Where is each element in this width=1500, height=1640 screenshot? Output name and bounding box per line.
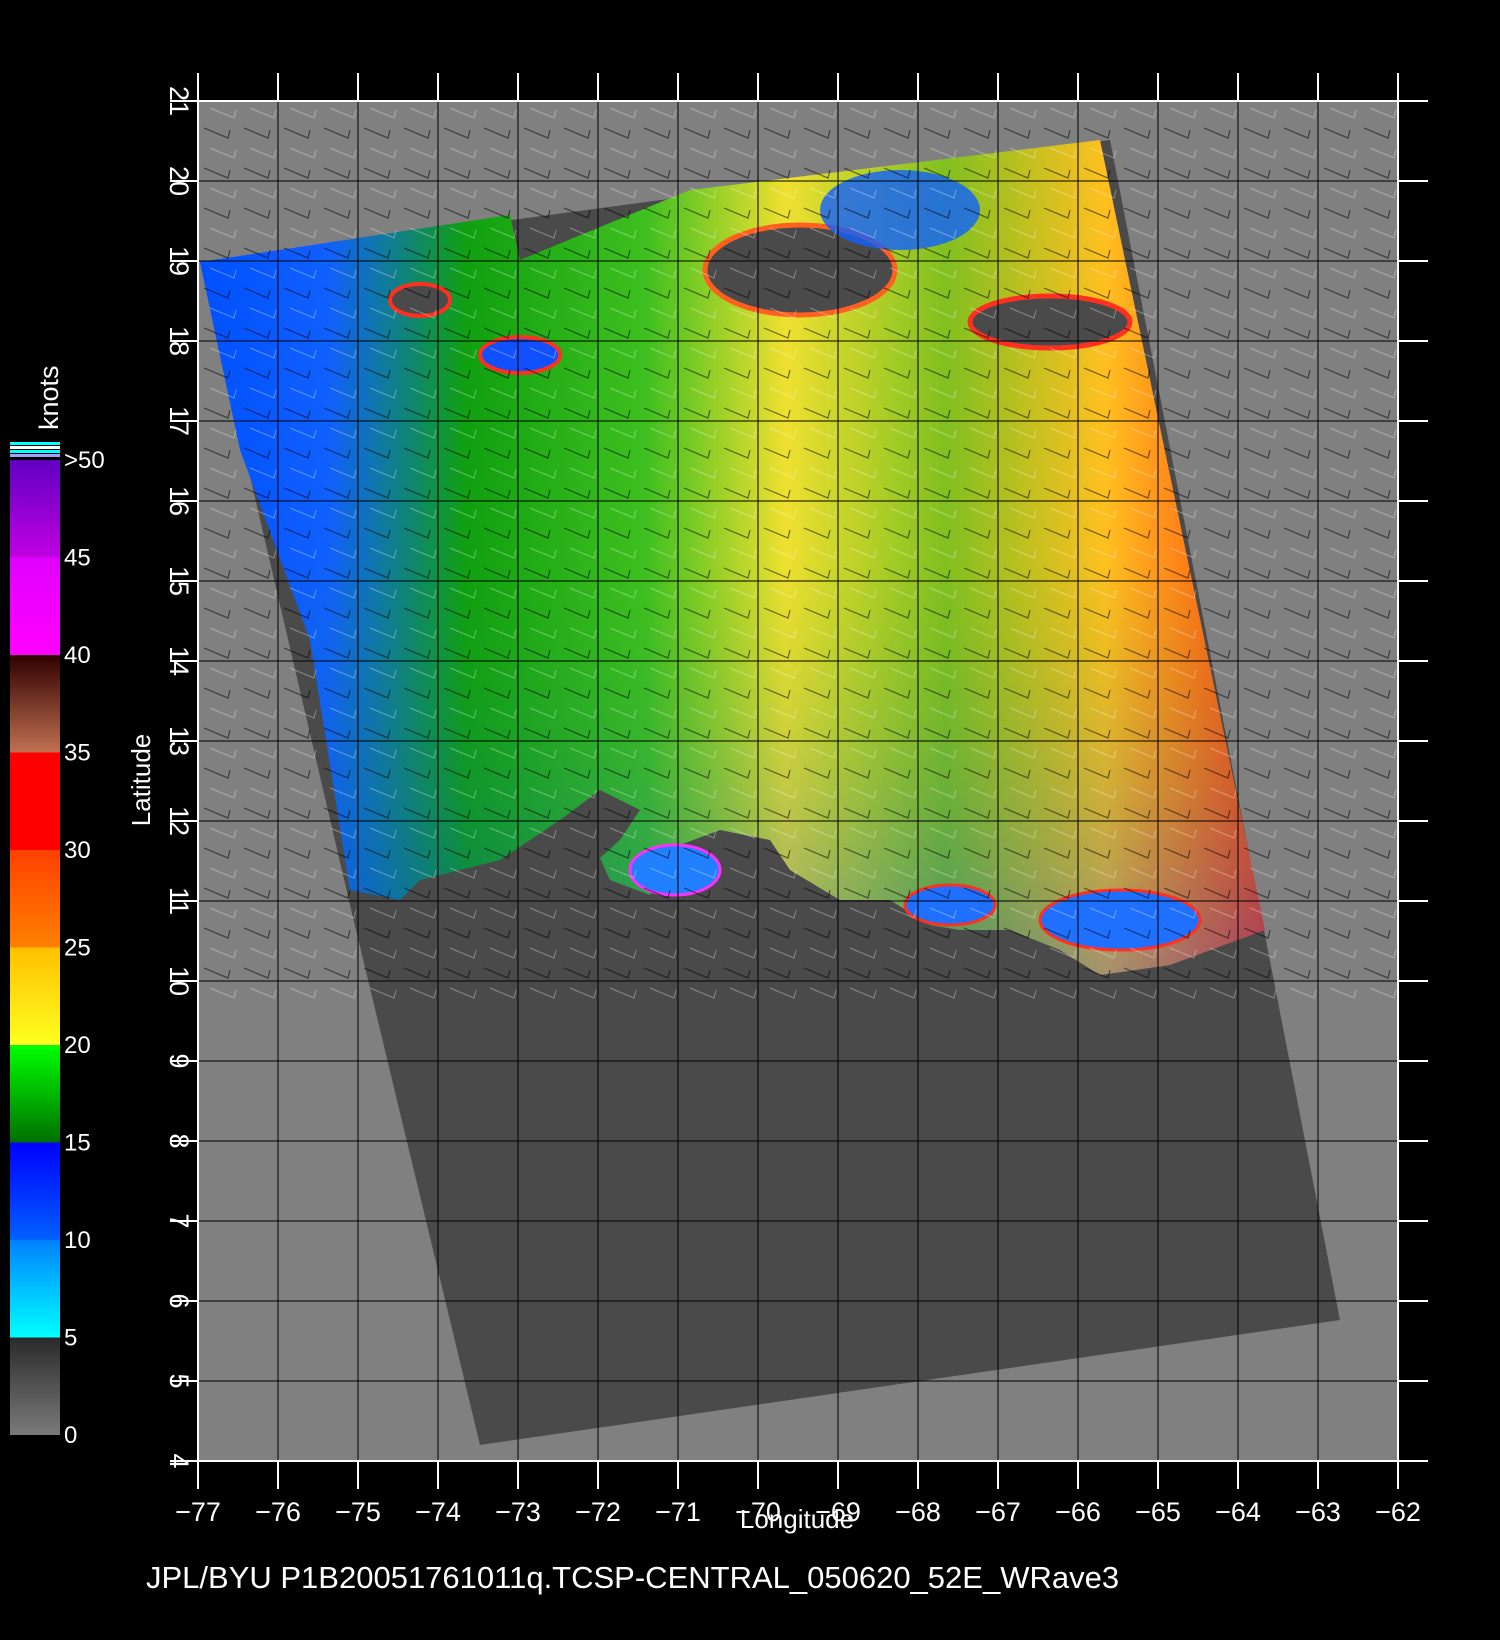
- colorbar-band: [10, 655, 60, 753]
- y-tick-label: 11: [164, 887, 194, 915]
- y-tick-label: 14: [164, 646, 194, 676]
- y-tick-label: 6: [164, 1293, 194, 1308]
- colorbar-top-stripe: [10, 442, 60, 445]
- x-tick-label: −65: [1135, 1497, 1181, 1527]
- x-tick-label: −72: [575, 1497, 621, 1527]
- colorbar-top-stripe: [10, 454, 60, 457]
- colorbar-unit: knots: [34, 365, 64, 430]
- colorbar-tick-label: 10: [64, 1227, 91, 1254]
- y-tick-label: 7: [164, 1213, 194, 1228]
- colorbar-band: [10, 850, 60, 948]
- x-tick-label: −76: [255, 1497, 301, 1527]
- x-tick-label: −64: [1215, 1497, 1261, 1527]
- colorbar-tick-label: 30: [64, 837, 91, 864]
- x-tick-label: −77: [175, 1497, 221, 1527]
- colorbar-tick-label: 15: [64, 1130, 91, 1157]
- y-tick-label: 17: [164, 406, 194, 436]
- colorbar-band: [10, 557, 60, 655]
- colorbar-top-stripe: [10, 446, 60, 449]
- colorbar: [10, 442, 60, 1435]
- colorbar-tick-label: 45: [64, 545, 91, 572]
- colorbar-tick-label: 40: [64, 642, 91, 669]
- x-tick-label: −71: [655, 1497, 701, 1527]
- colorbar-band: [10, 752, 60, 850]
- y-tick-labels: 4 5 6 7 8 9 10 11 12 13 14 15 16 17 18 19 20 21: [164, 86, 194, 1469]
- y-tick-label: 10: [164, 966, 194, 996]
- x-tick-label: −74: [415, 1497, 461, 1527]
- y-tick-label: 9: [164, 1053, 194, 1068]
- colorbar-tick-label: 0: [64, 1422, 77, 1449]
- colorbar-labels: 0 5 10 15 20 25 30 35 40 45 >50: [64, 447, 105, 1449]
- colorbar-band: [10, 1240, 60, 1338]
- footer-caption: JPL/BYU P1B20051761011q.TCSP-CENTRAL_050…: [146, 1560, 1120, 1595]
- x-tick-label: −63: [1295, 1497, 1341, 1527]
- colorbar-tick-label: >50: [64, 447, 105, 474]
- y-tick-label: 19: [164, 246, 194, 276]
- y-tick-label: 8: [164, 1133, 194, 1148]
- x-tick-label: −68: [895, 1497, 941, 1527]
- colorbar-tick-label: 35: [64, 740, 91, 767]
- colorbar-band: [10, 947, 60, 1045]
- x-tick-label: −66: [1055, 1497, 1101, 1527]
- colorbar-band: [10, 1045, 60, 1143]
- colorbar-tick-label: 5: [64, 1325, 77, 1352]
- y-tick-label: 20: [164, 166, 194, 196]
- colorbar-top-stripe: [10, 450, 60, 453]
- x-tick-label: −75: [335, 1497, 381, 1527]
- x-tick-label: −67: [975, 1497, 1021, 1527]
- colorbar-tick-label: 20: [64, 1032, 91, 1059]
- x-tick-label: −62: [1375, 1497, 1421, 1527]
- colorbar-band: [10, 1337, 60, 1435]
- y-tick-label: 18: [164, 326, 194, 356]
- wind-map: −77 −76 −75 −74 −73 −72 −71 −70 −69 −68 −67 −66 −65−…: [10, 73, 1428, 1534]
- y-tick-label: 21: [164, 86, 194, 116]
- y-tick-label: 4: [164, 1453, 194, 1468]
- colorbar-band: [10, 1142, 60, 1240]
- y-tick-label: 15: [164, 566, 194, 596]
- x-tick-label: −73: [495, 1497, 541, 1527]
- y-tick-label: 5: [164, 1373, 194, 1388]
- colorbar-tick-label: 25: [64, 935, 91, 962]
- y-tick-label: 12: [164, 806, 194, 836]
- x-axis-title: Longitude: [740, 1504, 854, 1534]
- y-tick-label: 16: [164, 486, 194, 516]
- y-axis-title: Latitude: [126, 734, 156, 827]
- colorbar-band: [10, 460, 60, 558]
- y-tick-label: 13: [164, 726, 194, 756]
